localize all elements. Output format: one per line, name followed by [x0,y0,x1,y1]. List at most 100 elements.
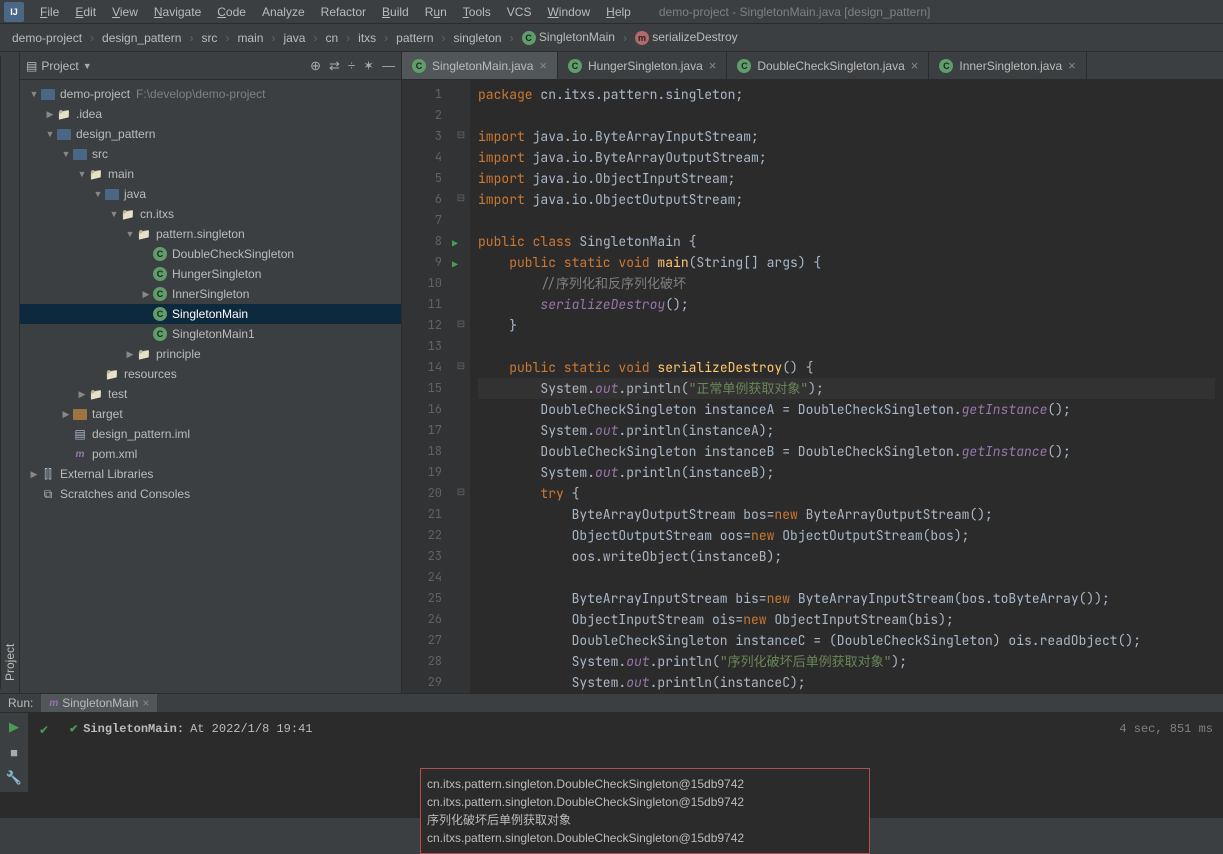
tree-node-hungersingleton[interactable]: CHungerSingleton [20,264,401,284]
close-icon[interactable]: × [709,58,717,73]
tree-node-design_pattern[interactable]: ▼design_pattern [20,124,401,144]
menu-run[interactable]: Run [417,3,455,21]
crumb-singleton[interactable]: singleton [450,29,506,47]
class-icon: C [152,286,168,302]
crumb-java[interactable]: java [279,29,309,47]
menu-edit[interactable]: Edit [67,3,104,21]
chevron-down-icon[interactable]: ▼ [83,61,92,71]
console-line: cn.itxs.pattern.singleton.DoubleCheckSin… [427,775,863,793]
menu-analyze[interactable]: Analyze [254,3,313,21]
tree-arrow-icon[interactable]: ▶ [44,109,56,120]
class-icon: C [152,246,168,262]
panel-action[interactable]: ÷ [348,58,355,74]
panel-action[interactable]: ✶ [363,58,374,74]
rail-tab-project[interactable]: Project [0,56,19,689]
close-icon[interactable]: × [911,58,919,73]
tree-node-design_pattern-iml[interactable]: ▤design_pattern.iml [20,424,401,444]
tree-arrow-icon[interactable]: ▼ [92,189,104,199]
tab-innersingleton-java[interactable]: CInnerSingleton.java× [929,52,1086,79]
rerun-button[interactable]: ▶ [9,719,19,735]
menu-code[interactable]: Code [209,3,254,21]
editor[interactable]: 12345678▶9▶10111213141516171819202122232… [402,80,1223,693]
chevron-right-icon [311,31,319,45]
tree-node-innersingleton[interactable]: ▶CInnerSingleton [20,284,401,304]
tree-arrow-icon[interactable]: ▼ [44,129,56,139]
tree-arrow-icon[interactable]: ▼ [60,149,72,159]
tree-arrow-icon[interactable]: ▼ [76,169,88,179]
tree-node-doublechecksingleton[interactable]: CDoubleCheckSingleton [20,244,401,264]
tree-node-pom-xml[interactable]: mpom.xml [20,444,401,464]
tree-arrow-icon[interactable]: ▶ [140,289,152,300]
chevron-right-icon [88,31,96,45]
tree-node-cn-itxs[interactable]: ▼cn.itxs [20,204,401,224]
close-icon[interactable]: × [142,696,149,710]
menu-refactor[interactable]: Refactor [313,3,374,21]
close-icon[interactable]: × [539,58,547,73]
crumb-cn[interactable]: cn [321,29,342,47]
module-icon [40,86,56,102]
tab-singletonmain-java[interactable]: CSingletonMain.java× [402,52,558,79]
menu-window[interactable]: Window [539,3,598,21]
crumb-src[interactable]: src [197,29,221,47]
tree-node--idea[interactable]: ▶.idea [20,104,401,124]
tree-node-test[interactable]: ▶test [20,384,401,404]
close-icon[interactable]: × [1068,58,1076,73]
tab-doublechecksingleton-java[interactable]: CDoubleCheckSingleton.java× [727,52,929,79]
line-gutter: 12345678▶9▶10111213141516171819202122232… [402,80,452,693]
crumb-main[interactable]: main [233,29,267,47]
tree-node-java[interactable]: ▼java [20,184,401,204]
stop-button[interactable]: ■ [10,745,18,760]
project-tree[interactable]: ▼demo-projectF:\develop\demo-project▶.id… [20,80,401,693]
tree-node-singletonmain1[interactable]: CSingletonMain1 [20,324,401,344]
tree-node-target[interactable]: ▶target [20,404,401,424]
menu-file[interactable]: File [32,3,67,21]
menu-tools[interactable]: Tools [455,3,499,21]
crumb-itxs[interactable]: itxs [354,29,380,47]
editor-area: CSingletonMain.java×CHungerSingleton.jav… [402,52,1223,693]
crumb-serializedestroy[interactable]: m serializeDestroy [631,28,742,47]
crumb-pattern[interactable]: pattern [392,29,437,47]
tree-node-pattern-singleton[interactable]: ▼pattern.singleton [20,224,401,244]
menu-view[interactable]: View [104,3,146,21]
menu-build[interactable]: Build [374,3,417,21]
crumb-demo-project[interactable]: demo-project [8,29,86,47]
menu-navigate[interactable]: Navigate [146,3,209,21]
tree-arrow-icon[interactable]: ▼ [124,229,136,239]
panel-action[interactable]: ⊕ [310,58,321,74]
tree-arrow-icon[interactable]: ▶ [28,469,40,480]
tree-node-main[interactable]: ▼main [20,164,401,184]
scratch-icon: ⧉ [40,486,56,502]
console-output[interactable]: cn.itxs.pattern.singleton.DoubleCheckSin… [420,768,870,854]
run-gutter-icon[interactable]: ▶ [452,233,458,254]
tab-hungersingleton-java[interactable]: CHungerSingleton.java× [558,52,727,79]
run-tab[interactable]: m SingletonMain × [41,694,157,712]
tree-arrow-icon[interactable]: ▶ [76,389,88,400]
crumb-design_pattern[interactable]: design_pattern [98,29,185,47]
code-area[interactable]: package cn.itxs.pattern.singleton;import… [470,80,1223,693]
tree-node-scratches-and-consoles[interactable]: ⧉Scratches and Consoles [20,484,401,504]
tree-node-external-libraries[interactable]: ▶⫿⫿External Libraries [20,464,401,484]
crumb-singletonmain[interactable]: C SingletonMain [518,28,619,47]
tree-node-demo-project[interactable]: ▼demo-projectF:\develop\demo-project [20,84,401,104]
chevron-right-icon [187,31,195,45]
menu-help[interactable]: Help [598,3,639,21]
tree-node-src[interactable]: ▼src [20,144,401,164]
class-icon: C [568,59,582,73]
console-line: cn.itxs.pattern.singleton.DoubleCheckSin… [427,793,863,811]
tree-arrow-icon[interactable]: ▶ [60,409,72,420]
tree-node-resources[interactable]: resources [20,364,401,384]
tree-arrow-icon[interactable]: ▼ [108,209,120,219]
tree-arrow-icon[interactable]: ▼ [28,89,40,99]
run-gutter-icon[interactable]: ▶ [452,254,458,275]
tree-node-principle[interactable]: ▶principle [20,344,401,364]
console-line: 序列化破坏后单例获取对象 [427,811,863,829]
tab-label: SingletonMain.java [432,59,533,73]
tree-arrow-icon[interactable]: ▶ [124,349,136,360]
menu-vcs[interactable]: VCS [499,3,540,21]
tree-node-singletonmain[interactable]: CSingletonMain [20,304,401,324]
lib-icon: ⫿⫿ [40,466,56,482]
panel-action[interactable]: — [382,58,395,74]
panel-action[interactable]: ⇄ [329,58,340,74]
class-icon: C [152,306,168,322]
settings-button[interactable]: 🔧 [6,770,22,786]
